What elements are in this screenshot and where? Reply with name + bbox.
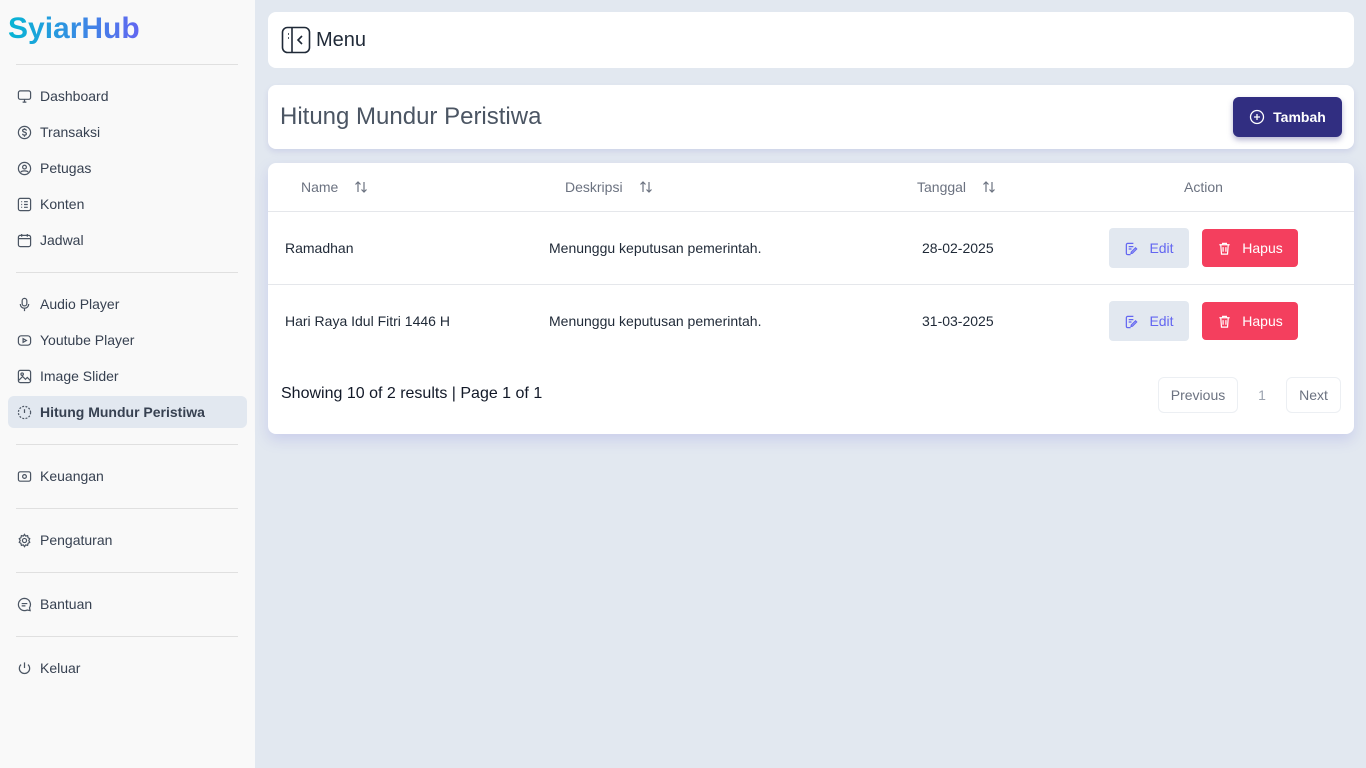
edit-button[interactable]: Edit — [1109, 301, 1189, 341]
sidebar-item-label: Image Slider — [40, 368, 119, 384]
sidebar-item-youtube-player[interactable]: Youtube Player — [8, 324, 247, 356]
countdown-icon — [17, 405, 32, 420]
sidebar-divider — [16, 444, 238, 445]
trash-icon — [1217, 314, 1232, 329]
dollar-circle-icon — [17, 125, 32, 140]
cell-deskripsi: Menunggu keputusan pemerintah. — [549, 240, 762, 256]
top-menu-bar: Menu — [268, 12, 1354, 68]
cell-deskripsi: Menunggu keputusan pemerintah. — [549, 313, 762, 329]
cell-name: Ramadhan — [285, 240, 354, 256]
sidebar-divider — [16, 64, 238, 65]
power-icon — [17, 661, 32, 676]
sidebar-item-pengaturan[interactable]: Pengaturan — [8, 524, 247, 556]
sort-icon[interactable] — [982, 180, 996, 194]
sidebar-item-label: Konten — [40, 196, 85, 212]
sidebar-item-jadwal[interactable]: Jadwal — [8, 224, 247, 256]
column-header-label: Tanggal — [917, 179, 967, 195]
sort-icon[interactable] — [639, 180, 653, 194]
sidebar-item-label: Transaksi — [40, 124, 101, 140]
sidebar-item-label: Dashboard — [40, 88, 109, 104]
results-summary: Showing 10 of 2 results | Page 1 of 1 — [281, 385, 543, 402]
sidebar-item-label: Keluar — [40, 660, 81, 676]
sidebar-divider — [16, 508, 238, 509]
wallet-icon — [17, 469, 32, 484]
edit-button-label: Edit — [1149, 313, 1174, 329]
sidebar-item-label: Youtube Player — [40, 332, 135, 348]
cell-name: Hari Raya Idul Fitri 1446 H — [285, 313, 450, 329]
delete-button-label: Hapus — [1242, 240, 1283, 256]
sidebar-divider — [16, 272, 238, 273]
sidebar-item-label: Audio Player — [40, 296, 120, 312]
delete-button-label: Hapus — [1242, 313, 1283, 329]
gear-icon — [17, 532, 32, 548]
add-button-label: Tambah — [1273, 109, 1326, 125]
sidebar-item-label: Petugas — [40, 160, 92, 176]
trash-icon — [1217, 241, 1232, 256]
cell-tanggal: 31-03-2025 — [922, 313, 994, 329]
sidebar-item-audio-player[interactable]: Audio Player — [8, 288, 247, 320]
chat-icon — [17, 597, 32, 612]
column-header-name[interactable]: Name — [301, 163, 368, 211]
plus-circle-icon — [1249, 109, 1265, 125]
table-divider — [268, 284, 1354, 285]
edit-icon — [1124, 314, 1139, 329]
page-title: Hitung Mundur Peristiwa — [280, 103, 542, 130]
table-divider — [268, 211, 1354, 212]
sidebar-item-bantuan[interactable]: Bantuan — [8, 588, 247, 620]
column-header-tanggal[interactable]: Tanggal — [917, 163, 996, 211]
sidebar-divider — [16, 636, 238, 637]
sidebar-item-label: Keuangan — [40, 468, 104, 484]
next-page-button[interactable]: Next — [1286, 377, 1341, 413]
column-header-label: Action — [1184, 179, 1223, 195]
cell-tanggal: 28-02-2025 — [922, 240, 994, 256]
delete-button[interactable]: Hapus — [1202, 229, 1298, 267]
sidebar-item-hitung-mundur-peristiwa[interactable]: Hitung Mundur Peristiwa — [8, 396, 247, 428]
image-icon — [17, 369, 32, 384]
page-number-button[interactable]: 1 — [1248, 377, 1276, 413]
page-header: Hitung Mundur Peristiwa Tambah — [268, 85, 1354, 149]
menu-label[interactable]: Menu — [316, 29, 366, 52]
sidebar-item-image-slider[interactable]: Image Slider — [8, 360, 247, 392]
sort-icon[interactable] — [354, 180, 368, 194]
sidebar-item-petugas[interactable]: Petugas — [8, 152, 247, 184]
user-circle-icon — [17, 161, 32, 176]
sidebar-toggle-icon[interactable] — [281, 26, 311, 54]
sidebar-item-label: Hitung Mundur Peristiwa — [40, 404, 205, 420]
events-table: Name Deskripsi Tanggal Action Ramadhan M… — [268, 163, 1354, 434]
sidebar-item-transaksi[interactable]: Transaksi — [8, 116, 247, 148]
column-header-action: Action — [1184, 163, 1223, 211]
sidebar: SyiarHub Dashboard Transaksi Petugas Kon… — [0, 0, 255, 768]
edit-button-label: Edit — [1149, 240, 1174, 256]
monitor-icon — [17, 89, 32, 104]
list-icon — [17, 197, 32, 212]
column-header-label: Deskripsi — [565, 179, 623, 195]
sidebar-divider — [16, 572, 238, 573]
sidebar-item-label: Bantuan — [40, 596, 93, 612]
edit-button[interactable]: Edit — [1109, 228, 1189, 268]
add-button[interactable]: Tambah — [1233, 97, 1342, 137]
sidebar-item-label: Jadwal — [40, 232, 84, 248]
delete-button[interactable]: Hapus — [1202, 302, 1298, 340]
column-header-deskripsi[interactable]: Deskripsi — [565, 163, 653, 211]
edit-icon — [1124, 241, 1139, 256]
column-header-label: Name — [301, 179, 339, 195]
sidebar-item-konten[interactable]: Konten — [8, 188, 247, 220]
sidebar-item-label: Pengaturan — [40, 532, 113, 548]
sidebar-item-keuangan[interactable]: Keuangan — [8, 460, 247, 492]
brand-logo: SyiarHub — [8, 12, 140, 45]
calendar-icon — [17, 233, 32, 248]
previous-page-button[interactable]: Previous — [1158, 377, 1238, 413]
sidebar-item-keluar[interactable]: Keluar — [8, 652, 247, 684]
microphone-icon — [17, 297, 32, 312]
sidebar-item-dashboard[interactable]: Dashboard — [8, 80, 247, 112]
youtube-icon — [17, 333, 32, 348]
